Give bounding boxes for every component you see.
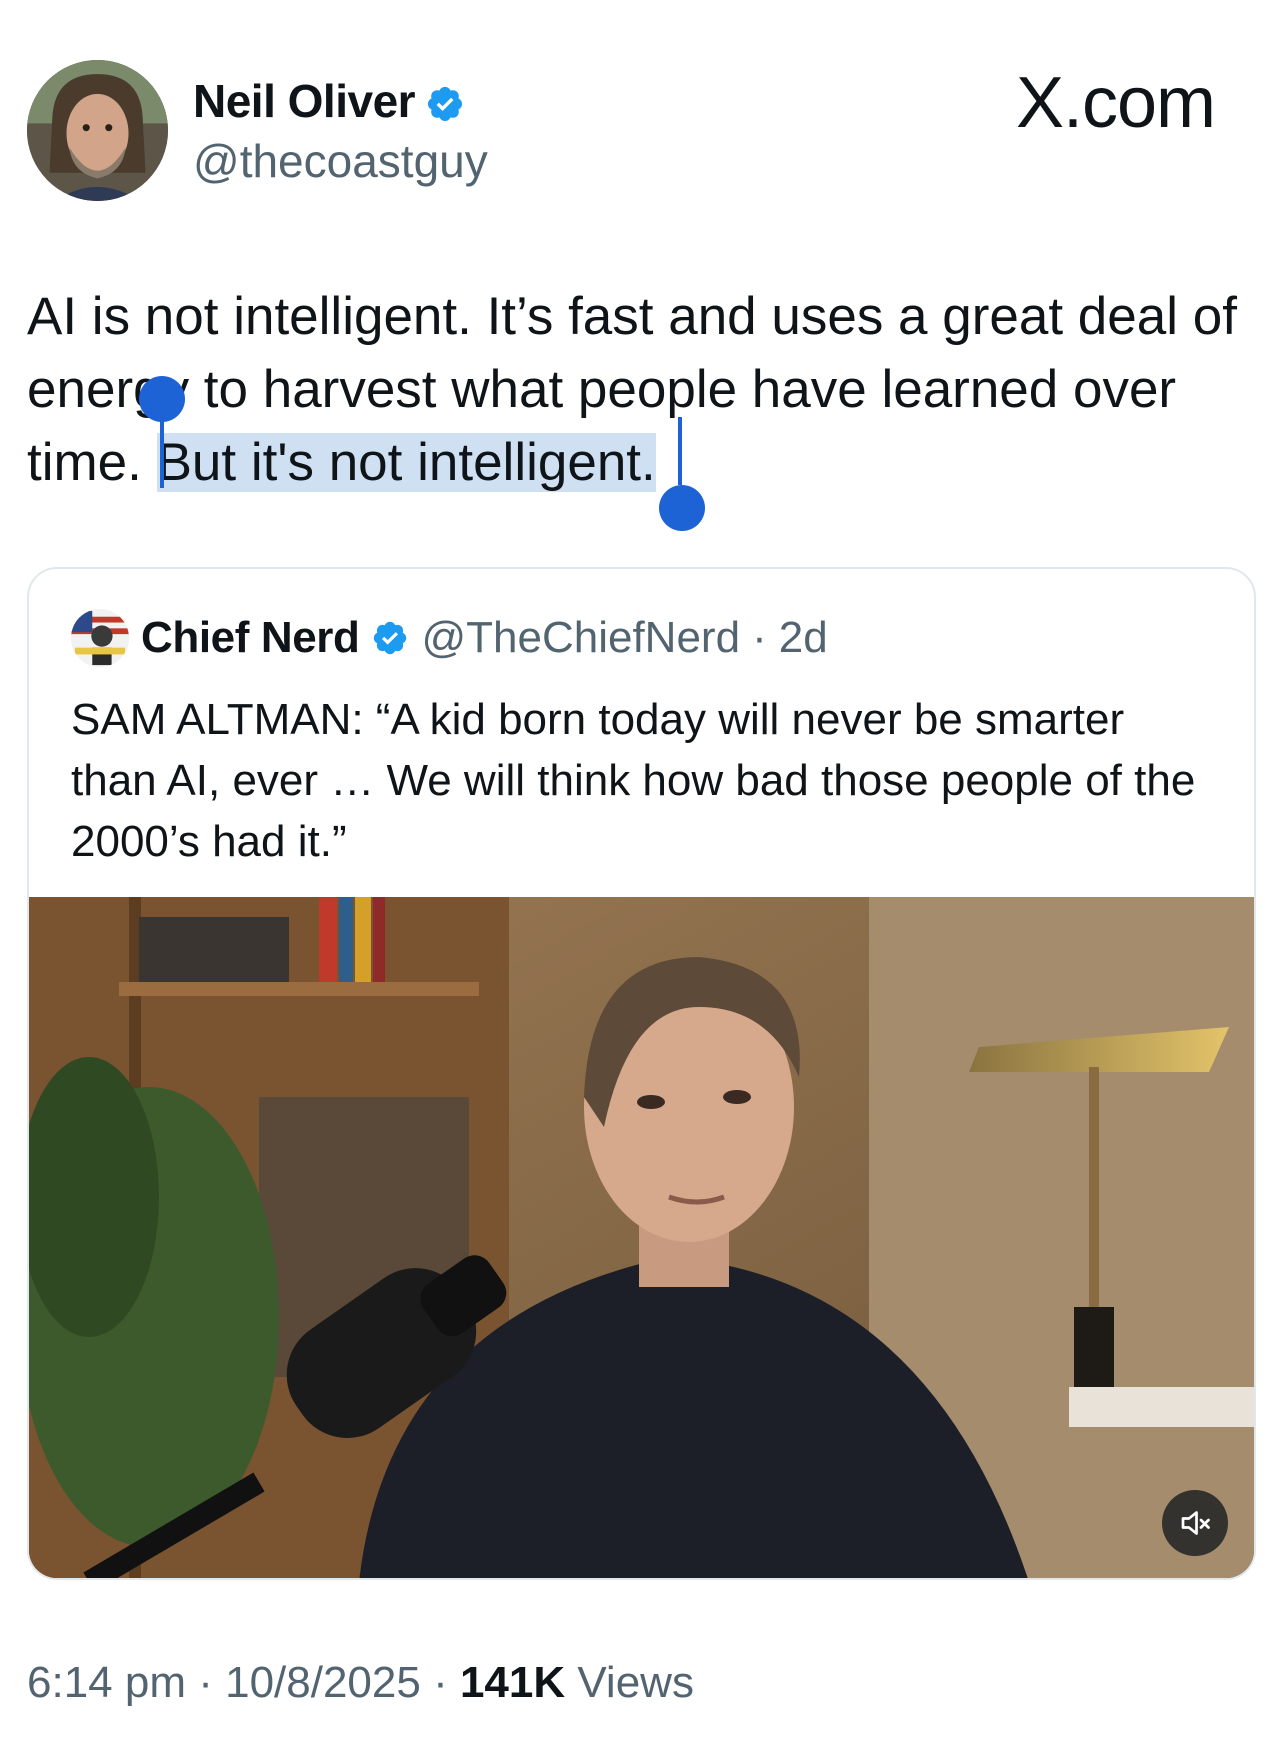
meta-separator: ·	[752, 613, 767, 662]
speaker-muted-icon	[1181, 1511, 1210, 1535]
quoted-author-name[interactable]: Chief Nerd	[141, 613, 360, 663]
author-name[interactable]: Neil Oliver	[193, 74, 465, 128]
selection-end-caret	[678, 417, 682, 485]
quoted-tweet[interactable]: Chief Nerd @TheChiefNerd · 2d SAM ALTMAN…	[27, 567, 1256, 1580]
author-handle[interactable]: @thecoastguy	[193, 134, 488, 188]
brand-watermark: X.com	[1015, 63, 1216, 143]
verified-badge-icon	[371, 619, 409, 657]
video-frame	[29, 897, 1254, 1578]
tweet-text-part: e	[85, 360, 116, 419]
meta-separator: ·	[185, 1658, 226, 1707]
quoted-author-handle[interactable]: @TheChiefNerd	[421, 613, 740, 663]
quoted-tweet-age[interactable]: 2d	[779, 613, 828, 663]
meta-separator: ·	[420, 1658, 460, 1707]
chief-nerd-logo-icon	[71, 609, 129, 667]
tweet-text[interactable]: AI is not intelligent. It’s fast and use…	[27, 280, 1257, 499]
quoted-tweet-video[interactable]	[29, 897, 1254, 1578]
tweet-date[interactable]: 10/8/2025	[225, 1658, 421, 1707]
selection-end-handle[interactable]	[659, 485, 705, 531]
views-count[interactable]: 141K	[460, 1658, 565, 1707]
mute-toggle-button[interactable]	[1162, 1490, 1228, 1556]
profile-photo-icon	[27, 60, 168, 201]
author-avatar[interactable]	[27, 60, 168, 201]
verified-badge-icon	[425, 81, 465, 122]
tweet-metadata: 6:14 pm · 10/8/2025 · 141K Views	[27, 1658, 694, 1708]
quoted-author-avatar[interactable]	[71, 609, 129, 667]
author-name-text[interactable]: Neil Oliver	[193, 74, 416, 128]
views-label: Views	[565, 1658, 694, 1707]
quoted-tweet-text: SAM ALTMAN: “A kid born today will never…	[71, 695, 1196, 866]
tweet-time[interactable]: 6:14 pm	[27, 1658, 186, 1707]
quoted-tweet-header: Chief Nerd @TheChiefNerd · 2d	[71, 609, 828, 667]
selection-start-caret	[160, 395, 164, 488]
selected-text[interactable]: But it's not intelligent.	[156, 433, 656, 492]
